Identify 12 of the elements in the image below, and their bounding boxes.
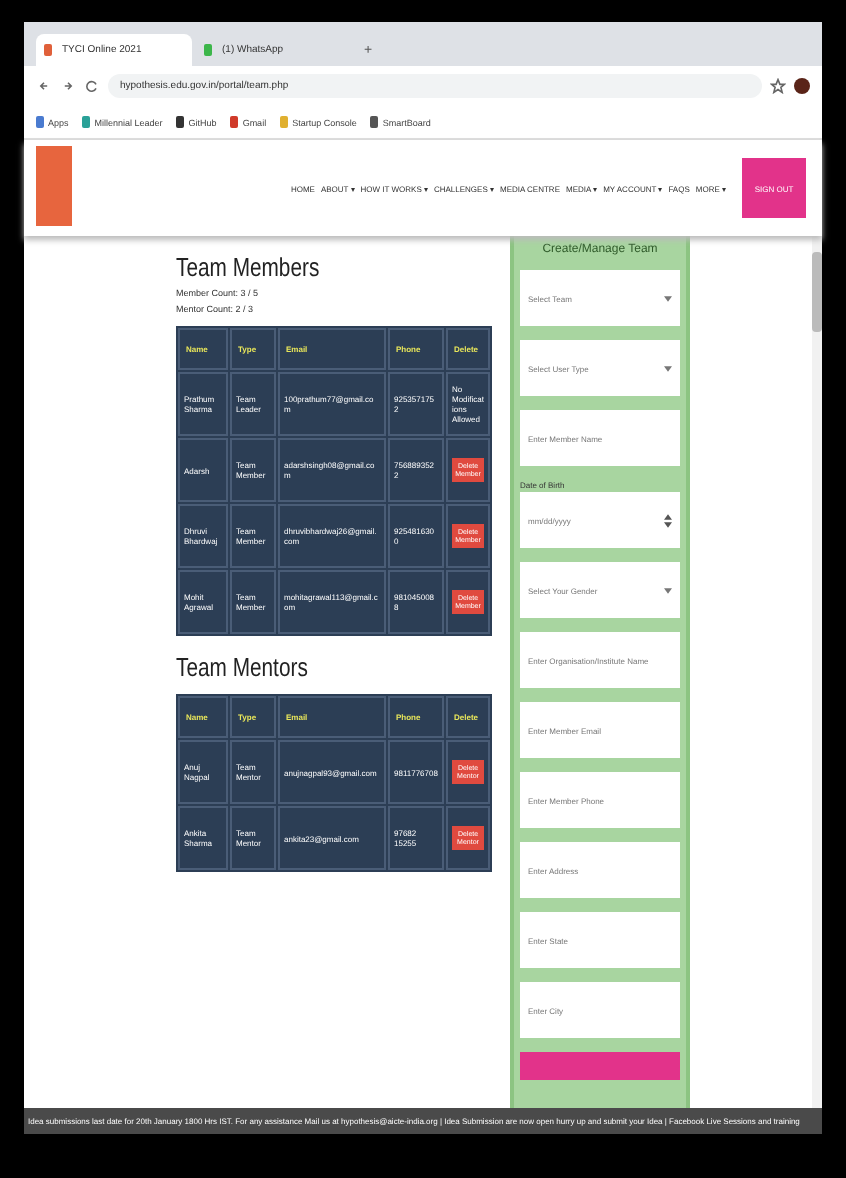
scrollbar[interactable] <box>812 236 822 1108</box>
caret-icon <box>664 365 672 371</box>
caret-icon <box>664 587 672 593</box>
star-icon[interactable] <box>770 78 786 94</box>
section-title: Team Mentors <box>176 652 310 682</box>
reload-icon[interactable] <box>84 78 100 94</box>
forward-icon[interactable] <box>60 78 76 94</box>
avatar-icon[interactable] <box>794 78 810 94</box>
section-title: Team Members <box>176 252 322 282</box>
back-icon[interactable] <box>36 78 52 94</box>
spinner-icon <box>664 513 672 527</box>
caret-icon <box>664 295 672 301</box>
